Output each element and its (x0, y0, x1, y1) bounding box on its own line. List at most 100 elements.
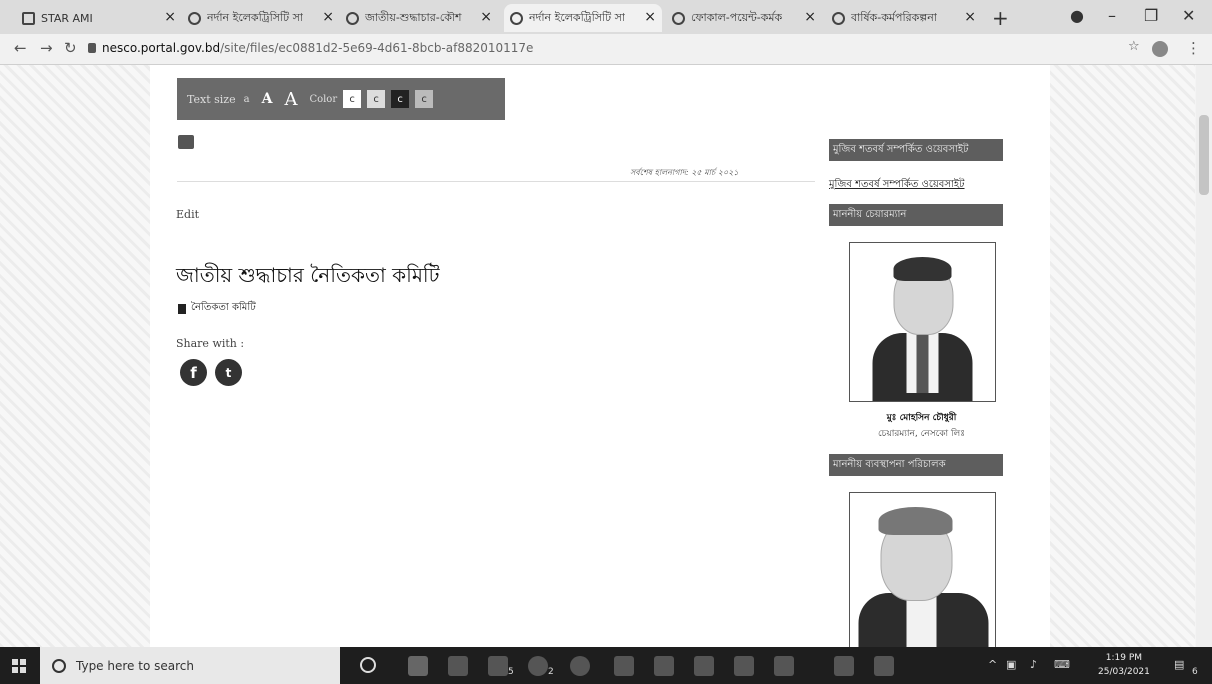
url-path: /site/files/ec0881d2-5e69-4d61-8bcb-af88… (220, 41, 534, 55)
tab-title: STAR AMI (41, 11, 93, 25)
browser-tab[interactable]: STAR AMI × (22, 4, 182, 32)
excel-icon[interactable] (734, 656, 754, 676)
edit-link[interactable]: Edit (176, 208, 199, 221)
extension-icon[interactable] (1152, 41, 1168, 57)
url-field[interactable]: nesco.portal.gov.bd/site/files/ec0881d2-… (102, 41, 533, 55)
browser-tab[interactable]: জাতীয়-শুদ্ধাচার-কৌশ × (346, 4, 498, 32)
page-viewport: Text size a A A Color c c c c সর্বশেষ হা… (0, 65, 1212, 647)
lock-icon (88, 43, 96, 53)
windows-taskbar: Type here to search 5 2 ^ ▣ ♪ ⌨ 1:19 PM … (0, 647, 1212, 684)
minimize-icon[interactable]: – (1108, 6, 1116, 25)
app-icon[interactable] (694, 656, 714, 676)
network-app-icon[interactable] (654, 656, 674, 676)
back-icon[interactable]: ← (14, 39, 27, 57)
browser-tab-active[interactable]: নর্দান ইলেকট্রিসিটি সা × (504, 4, 662, 32)
close-tab-icon[interactable]: × (164, 9, 176, 25)
clock-date: 25/03/2021 (1098, 667, 1150, 677)
maximize-icon[interactable]: ❐ (1144, 6, 1158, 25)
chairman-photo (849, 242, 996, 402)
network-icon[interactable]: ▣ (1006, 658, 1016, 671)
last-updated: সর্বশেষ হালনাগাদ: ২৫ মার্চ ২০২১ (630, 168, 739, 177)
tab-strip: STAR AMI × নর্দান ইলেকট্রিসিটি সা × জাতী… (0, 0, 1212, 34)
keyboard-icon[interactable]: ⌨ (1054, 658, 1070, 671)
volume-icon[interactable]: ♪ (1030, 658, 1037, 671)
text-size-large-button[interactable]: A (284, 89, 297, 110)
address-bar: ← → ↻ nesco.portal.gov.bd/site/files/ec0… (0, 34, 1212, 65)
scrollbar-thumb[interactable] (1199, 115, 1209, 195)
browser-tab[interactable]: নর্দান ইলেকট্রিসিটি সা × (188, 4, 340, 32)
mujib-website-link[interactable]: মুজিব শতবর্ষ সম্পর্কিত ওয়েবসাইট (829, 177, 965, 194)
page-scrollbar[interactable] (1196, 65, 1212, 647)
camera-app-icon[interactable] (834, 656, 854, 676)
url-host: nesco.portal.gov.bd (102, 41, 221, 55)
color-light-button[interactable]: c (367, 90, 386, 108)
reload-icon[interactable]: ↻ (64, 39, 77, 57)
page-title: জাতীয় শুদ্ধাচার নৈতিকতা কমিটি (176, 263, 440, 287)
close-window-icon[interactable]: ✕ (1182, 6, 1195, 25)
bookmark-star-icon[interactable]: ☆ (1128, 39, 1140, 54)
tab-title: নর্দান ইলেকট্রিসিটি সা (207, 10, 304, 24)
color-label: Color (309, 93, 338, 105)
decorative-background-right (1050, 65, 1195, 647)
chrome-icon[interactable] (528, 656, 548, 676)
notifications-icon[interactable]: ▤ (1174, 658, 1184, 671)
tab-favicon-icon (22, 11, 35, 25)
twitter-share-icon[interactable]: t (215, 359, 242, 386)
tab-title: বার্ষিক-কর্মপরিকল্পনা (851, 10, 937, 24)
managing-director-photo (849, 492, 996, 647)
color-white-button[interactable]: c (343, 90, 362, 108)
tab-favicon-icon (188, 11, 201, 25)
taskbar-search-box[interactable]: Type here to search (40, 647, 340, 684)
browser-tab[interactable]: ফোকাল-পয়েন্ট-কর্মক × (672, 4, 822, 32)
close-tab-icon[interactable]: × (964, 9, 976, 25)
word-icon[interactable] (774, 656, 794, 676)
task-view-icon[interactable] (408, 656, 428, 676)
cortana-icon[interactable] (360, 657, 376, 673)
facebook-share-icon[interactable]: f (180, 359, 207, 386)
close-tab-icon[interactable]: × (322, 9, 334, 25)
page-content: Text size a A A Color c c c c সর্বশেষ হা… (150, 65, 1050, 647)
chairman-name: মুঃ মোহসিন চৌধুরী (886, 413, 957, 423)
divider (177, 181, 815, 182)
share-label: Share with : (176, 337, 245, 350)
browser-tab[interactable]: বার্ষিক-কর্মপরিকল্পনা × (832, 4, 982, 32)
close-tab-icon[interactable]: × (804, 9, 816, 25)
tray-chevron-icon[interactable]: ^ (988, 658, 997, 671)
sidebar-heading-mujib: মুজিব শতবর্ষ সম্পর্কিত ওয়েবসাইট (829, 139, 1003, 161)
close-tab-icon[interactable]: × (644, 9, 656, 25)
tab-title: ফোকাল-পয়েন্ট-কর্মক (691, 10, 783, 24)
windows-start-icon[interactable] (12, 659, 26, 673)
taskbar-clock[interactable]: 1:19 PM 25/03/2021 (1098, 651, 1150, 679)
text-size-small-button[interactable]: a (244, 94, 250, 105)
file-explorer-icon[interactable] (448, 656, 468, 676)
sidebar-heading-md: মাননীয় ব্যবস্থাপনা পরিচালক (829, 454, 1003, 476)
menu-dots-icon[interactable]: ⋮ (1186, 39, 1201, 57)
app-icon[interactable] (614, 656, 634, 676)
tab-favicon-icon (510, 11, 523, 25)
attachment-label: নৈতিকতা কমিটি (191, 302, 256, 313)
color-dark-button[interactable]: c (391, 90, 410, 108)
app-icon[interactable] (570, 656, 590, 676)
tab-favicon-icon (672, 11, 685, 25)
text-size-label: Text size (187, 92, 236, 106)
chairman-role: চেয়ারম্যান, নেসকো লিঃ (877, 429, 966, 439)
text-size-medium-button[interactable]: A (262, 91, 273, 107)
print-icon[interactable] (178, 135, 194, 149)
forward-icon[interactable]: → (40, 39, 53, 57)
new-tab-button[interactable]: + (992, 6, 1009, 30)
clock-time: 1:19 PM (1105, 653, 1143, 663)
close-tab-icon[interactable]: × (480, 9, 492, 25)
attachment-link[interactable]: নৈতিকতা কমিটি (178, 300, 256, 317)
notifications-badge: 6 (1192, 667, 1198, 677)
taskbar-search-placeholder: Type here to search (76, 658, 194, 673)
mail-icon[interactable] (488, 656, 508, 676)
chrome-badge: 2 (548, 667, 554, 677)
app-icon[interactable] (874, 656, 894, 676)
tab-title: নর্দান ইলেকট্রিসিটি সা (529, 10, 626, 24)
tab-title: জাতীয়-শুদ্ধাচার-কৌশ (365, 10, 462, 24)
color-grey-button[interactable]: c (415, 90, 434, 108)
tab-favicon-icon (832, 11, 845, 25)
profile-icon[interactable]: ● (1070, 6, 1084, 25)
document-icon (178, 303, 186, 314)
decorative-background-left (0, 65, 150, 647)
